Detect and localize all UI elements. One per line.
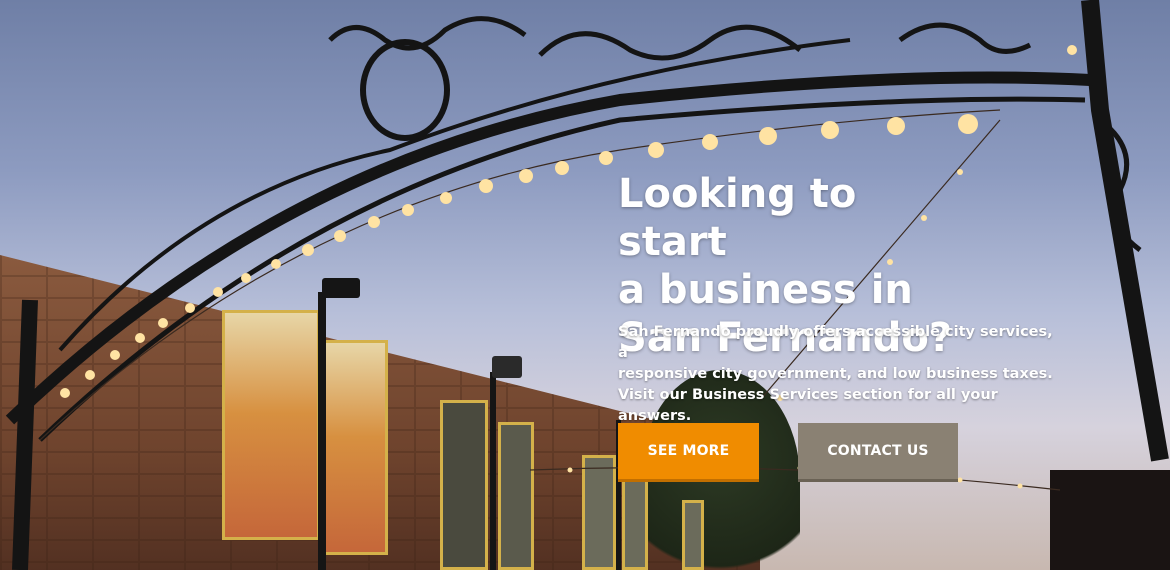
see-more-button[interactable]: SEE MORE <box>618 423 759 479</box>
iron-arch-illustration <box>5 0 1169 570</box>
contact-us-button[interactable]: CONTACT US <box>798 423 958 479</box>
hero-description: San Fernando proudly offers accessible c… <box>618 322 1058 427</box>
hero-section: Looking to start a business in San Ferna… <box>0 0 1170 570</box>
description-line-1: San Fernando proudly offers accessible c… <box>618 324 1053 361</box>
headline-line-2: a business in <box>618 267 913 313</box>
headline-line-1: Looking to start <box>618 171 857 265</box>
description-line-3: Visit our Business Services section for … <box>618 387 998 424</box>
description-line-2: responsive city government, and low busi… <box>618 366 1053 382</box>
